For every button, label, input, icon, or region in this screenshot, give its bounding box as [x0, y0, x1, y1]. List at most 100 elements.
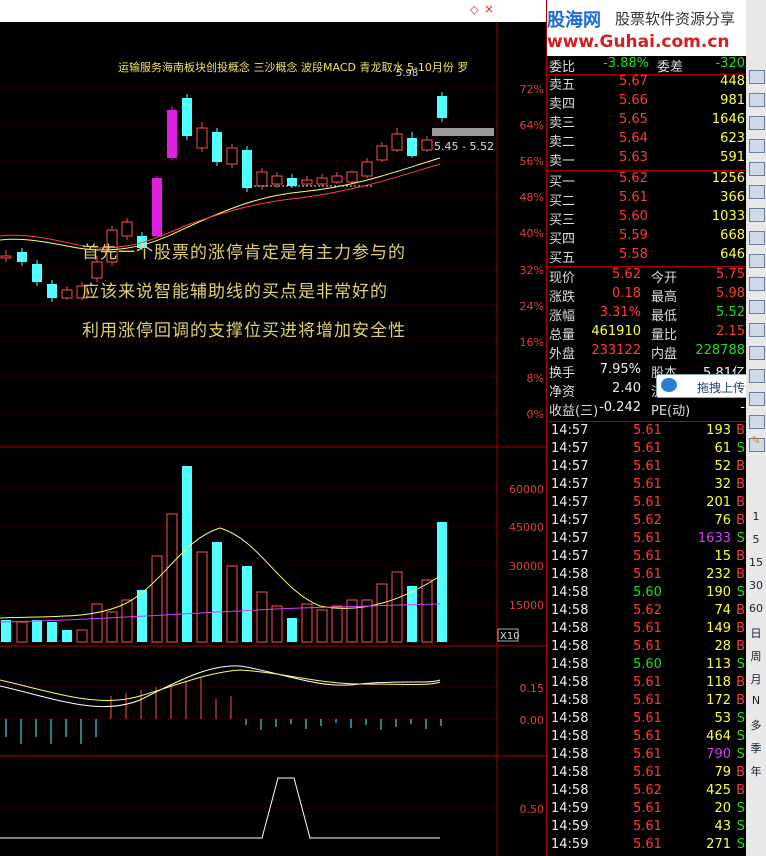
pencil-icon[interactable]: ✎	[748, 434, 764, 448]
period-button[interactable]: 月	[748, 671, 764, 686]
tick-side: B	[736, 477, 745, 492]
period-button[interactable]: 日	[748, 625, 764, 640]
pct-tick-label: 64%	[520, 119, 544, 132]
volume-bar	[407, 586, 417, 642]
tick-row: 14:59 5.61 271 S	[549, 837, 745, 856]
stat-label: 现价	[549, 271, 576, 286]
toolbar-tool-icon[interactable]	[749, 139, 765, 153]
bid-label: 买二	[549, 194, 576, 209]
close-icon[interactable]: ×	[484, 2, 494, 16]
ask-label: 卖三	[549, 116, 576, 131]
tick-row: 14:58 5.61 53 S	[549, 711, 745, 730]
toolbar-tool-icon[interactable]	[749, 231, 765, 245]
tick-row: 14:58 5.61 28 B	[549, 639, 745, 658]
kline-chart[interactable]: 运输服务海南板块创投概念 三沙概念 波段MACD 青龙取水 5-10月份 罗5.…	[0, 22, 546, 856]
stat-value: 233122	[591, 343, 641, 358]
tick-side: S	[736, 819, 745, 834]
volume-bar	[271, 605, 283, 643]
tick-row: 14:57 5.61 201 B	[549, 495, 745, 514]
brand-name: 股海网	[547, 10, 601, 31]
period-button[interactable]: 5	[748, 533, 764, 547]
stat-value: 2.40	[612, 381, 641, 396]
bid-volume: 668	[720, 228, 745, 243]
period-button[interactable]: 年	[748, 763, 764, 778]
stat-label: 内盘	[651, 347, 678, 362]
period-button[interactable]: 60	[748, 602, 764, 616]
candle-body	[361, 161, 373, 177]
volume-bar	[242, 566, 252, 642]
candle-body	[376, 145, 388, 161]
volume-bar	[287, 618, 297, 642]
toolbar-tool-icon[interactable]	[749, 116, 765, 130]
tick-side: S	[736, 441, 745, 456]
toolbar-tool-icon[interactable]	[749, 208, 765, 222]
ask-volume: 981	[720, 93, 745, 108]
toolbar-tool-icon[interactable]	[749, 346, 765, 360]
toolbar-tool-icon[interactable]	[749, 415, 765, 429]
price-high-label: 5.98	[396, 68, 418, 79]
tick-time: 14:59	[551, 837, 589, 852]
tick-price: 5.61	[633, 801, 662, 816]
stat-row: 外盘 233122 内盘 228788	[549, 343, 745, 362]
tick-price: 5.61	[633, 621, 662, 636]
tick-time: 14:57	[551, 549, 589, 564]
ask-volume: 1646	[711, 112, 745, 127]
tick-row: 14:57 5.61 52 B	[549, 459, 745, 478]
volume-bar	[91, 603, 103, 643]
stat-value: 5.62	[612, 267, 641, 282]
tick-price: 5.60	[633, 657, 662, 672]
period-button[interactable]: 多	[748, 717, 764, 732]
toolbar-tool-icon[interactable]	[749, 254, 765, 268]
candle-body	[346, 171, 358, 183]
diamond-icon[interactable]: ◇	[470, 3, 478, 16]
period-button[interactable]: N	[748, 694, 764, 708]
volume-bar	[47, 622, 57, 642]
bid-row: 买一 5.62 1256	[549, 171, 745, 190]
period-button[interactable]: 季	[748, 740, 764, 755]
volume-bar	[421, 579, 433, 643]
toolbar-tool-icon[interactable]	[749, 185, 765, 199]
toolbar-tool-icon[interactable]	[749, 392, 765, 406]
toolbar-tool-icon[interactable]	[749, 162, 765, 176]
tick-row: 14:57 5.61 1633 S	[549, 531, 745, 550]
toolbar-tool-icon[interactable]	[749, 300, 765, 314]
tick-volume: 74	[714, 603, 731, 618]
tick-price: 5.61	[633, 441, 662, 456]
tick-row: 14:58 5.61 149 B	[549, 621, 745, 640]
drag-upload-button[interactable]: 拖拽上传	[656, 374, 758, 398]
toolbar-tool-icon[interactable]	[749, 369, 765, 383]
toolbar-tool-icon[interactable]	[749, 323, 765, 337]
period-button[interactable]: 周	[748, 648, 764, 663]
period-button[interactable]: 15	[748, 556, 764, 570]
tick-side: S	[736, 801, 745, 816]
pct-tick-label: 48%	[520, 191, 544, 204]
toolbar-tool-icon[interactable]	[749, 93, 765, 107]
price-range-label: 5.45 - 5.52	[434, 140, 494, 153]
ask-label: 卖二	[549, 135, 576, 150]
toolbar-tool-icon[interactable]	[749, 277, 765, 291]
volume-bar	[1, 620, 11, 642]
bid-volume: 646	[720, 247, 745, 262]
volume-bar	[376, 583, 388, 643]
stat-label: 净资	[549, 385, 576, 400]
ask-price: 5.64	[619, 131, 648, 146]
period-button[interactable]: 1	[748, 510, 764, 524]
tick-time: 14:57	[551, 513, 589, 528]
tick-price: 5.61	[633, 819, 662, 834]
volume-bar	[106, 611, 118, 643]
tick-row: 14:58 5.61 79 B	[549, 765, 745, 784]
tick-time: 14:58	[551, 567, 589, 582]
candle-body	[61, 289, 73, 299]
bid-label: 买四	[549, 232, 576, 247]
ask-volume: 623	[720, 131, 745, 146]
tick-price: 5.61	[633, 567, 662, 582]
tick-price: 5.61	[633, 693, 662, 708]
tick-price: 5.61	[633, 837, 662, 852]
period-button[interactable]: 30	[748, 579, 764, 593]
toolbar-tool-icon[interactable]	[749, 70, 765, 84]
tick-price: 5.61	[633, 495, 662, 510]
tick-price: 5.61	[633, 729, 662, 744]
volume-bar	[437, 522, 447, 642]
tick-price: 5.61	[633, 549, 662, 564]
tick-price: 5.61	[633, 423, 662, 438]
